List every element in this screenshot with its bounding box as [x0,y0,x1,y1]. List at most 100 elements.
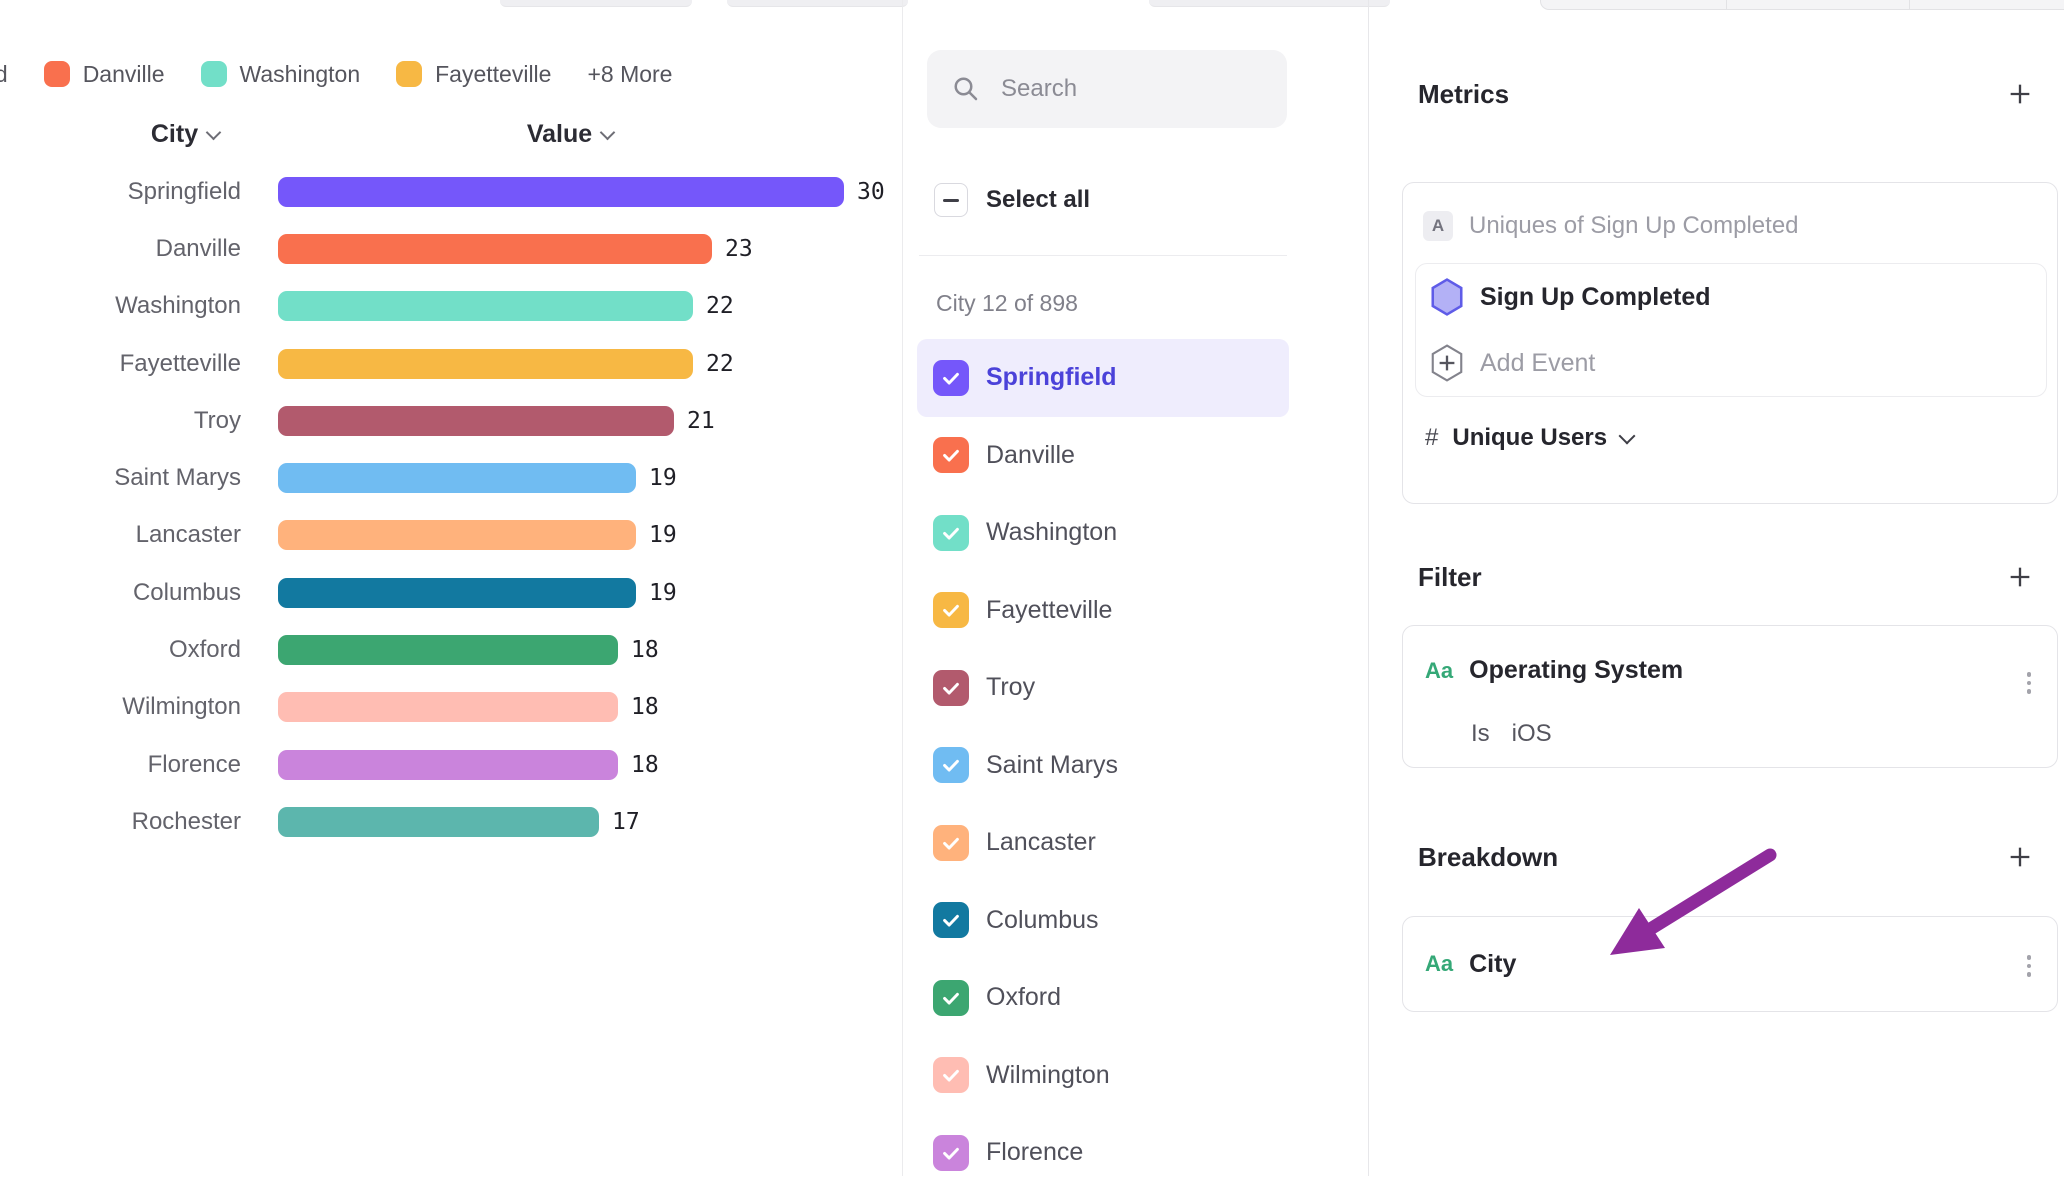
bar-row: Oxford 18 [0,621,902,678]
city-checkbox[interactable] [933,747,969,783]
city-checkbox[interactable] [933,902,969,938]
add-metric-button[interactable] [2006,80,2034,108]
checkmark-icon [940,1064,962,1086]
bar[interactable] [278,234,712,264]
city-list-item[interactable]: Columbus [917,882,1289,960]
select-all-checkbox[interactable] [934,183,968,217]
event-row[interactable]: Sign Up Completed [1416,264,2046,330]
bar-value-label: 18 [631,752,659,778]
legend-label: Washington [240,61,361,88]
filter-card: Aa Operating System Is iOS [1402,625,2058,768]
measure-selector[interactable]: # Unique Users [1425,418,1633,458]
filter-kebab-menu[interactable] [2027,672,2032,694]
bar[interactable] [278,807,599,837]
bar-value-label: 30 [857,179,885,205]
city-list-item[interactable]: Fayetteville [917,572,1289,650]
city-label: Lancaster [986,828,1096,857]
bar[interactable] [278,177,844,207]
city-label: Fayetteville [986,596,1112,625]
column-header-value[interactable]: Value [480,120,660,149]
legend-swatch [44,61,70,87]
city-checkbox[interactable] [933,360,969,396]
bar[interactable] [278,692,618,722]
filter-condition-row[interactable]: Is iOS [1471,720,1552,748]
search-box[interactable] [927,50,1287,128]
bar-value-label: 19 [649,580,677,606]
city-list-item[interactable]: Washington [917,494,1289,572]
city-list-item[interactable]: Lancaster [917,804,1289,882]
value-header-label: Value [527,120,592,149]
bar-value-label: 18 [631,694,659,720]
legend-label: Springfield [0,61,8,88]
bar-category-label: Lancaster [0,521,241,549]
bar-value-label: 19 [649,522,677,548]
checkmark-icon [940,522,962,544]
select-all-row[interactable]: Select all [934,183,1090,217]
breakdown-kebab-menu[interactable] [2027,955,2032,977]
bar[interactable] [278,520,636,550]
bar-category-label: Columbus [0,579,241,607]
city-checkbox[interactable] [933,515,969,551]
city-list-item[interactable]: Troy [917,649,1289,727]
bar[interactable] [278,291,693,321]
city-checkbox[interactable] [933,1135,969,1171]
checkmark-icon [940,444,962,466]
chevron-down-icon [1619,427,1636,444]
add-filter-button[interactable] [2006,563,2034,591]
city-label: Columbus [986,906,1099,935]
city-header-label: City [151,120,198,149]
metric-letter-badge: A [1423,211,1453,241]
bar[interactable] [278,578,636,608]
search-input[interactable] [999,74,1253,104]
bar-value-label: 19 [649,465,677,491]
legend-more-button[interactable]: +8 More [587,61,672,88]
add-breakdown-button[interactable] [2006,843,2034,871]
city-list-item[interactable]: Saint Marys [917,727,1289,805]
breakdown-property-row[interactable]: Aa City [1425,917,1516,1011]
city-list-item[interactable]: Oxford [917,959,1289,1037]
add-event-row[interactable]: Add Event [1416,330,2046,396]
legend-item: Fayetteville [396,61,551,88]
bar-row: Washington 22 [0,278,902,335]
bar-value-label: 21 [687,408,715,434]
checkmark-icon [940,832,962,854]
metrics-title: Metrics [1418,79,1509,110]
bar-category-label: Springfield [0,178,241,206]
bar[interactable] [278,750,618,780]
city-list-item[interactable]: Florence [917,1114,1289,1192]
filter-property-row[interactable]: Aa Operating System [1425,656,1683,685]
bar[interactable] [278,349,693,379]
legend-label: Danville [83,61,165,88]
bar[interactable] [278,463,636,493]
bar[interactable] [278,635,618,665]
bar-row: Danville 23 [0,220,902,277]
sort-chevron-down-icon [600,125,616,141]
city-list-item[interactable]: Wilmington [917,1037,1289,1115]
city-checkbox[interactable] [933,980,969,1016]
city-list: Springfield Danville Washington Fayettev… [917,339,1289,1192]
column-header-city[interactable]: City [110,120,260,149]
city-label: Oxford [986,983,1061,1012]
bar-category-label: Danville [0,235,241,263]
filter-value: iOS [1512,720,1552,748]
city-checkbox[interactable] [933,592,969,628]
divider [919,255,1287,256]
bar-category-label: Troy [0,407,241,435]
city-checkbox[interactable] [933,437,969,473]
city-list-item[interactable]: Springfield [917,339,1289,417]
bar[interactable] [278,406,674,436]
city-list-item[interactable]: Danville [917,417,1289,495]
city-checkbox[interactable] [933,825,969,861]
city-checkbox[interactable] [933,1057,969,1093]
event-hexagon-icon [1430,278,1464,316]
bar-row: Springfield 30 [0,163,902,220]
bar-category-label: Washington [0,292,241,320]
bar-category-label: Oxford [0,636,241,664]
bar-chart-panel: Springfield Danville Washington Fayettev… [0,0,903,1176]
tab-separator [1726,0,1727,9]
measure-label: Unique Users [1452,424,1607,452]
select-all-label: Select all [986,186,1090,214]
breakdown-title: Breakdown [1418,842,1558,873]
city-checkbox[interactable] [933,670,969,706]
legend-swatch [396,61,422,87]
